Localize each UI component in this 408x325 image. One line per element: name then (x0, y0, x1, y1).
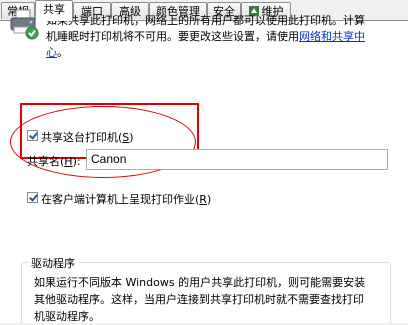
tab-label: 共享 (43, 3, 65, 16)
drivers-description: 如果运行不同版本 Windows 的用户共享此打印机，则可能需要安装其他驱动程序… (34, 276, 366, 323)
tab-sharing[interactable]: 共享 (35, 0, 73, 21)
share-name-label: 共享名(H): (27, 155, 81, 168)
share-printer-label[interactable]: 共享这台打印机(S) (41, 129, 134, 145)
sharing-description: 如果共享此打印机，网络上的所有用户都可以使用此打印机。计算机睡眠时打印机将不可用… (46, 13, 366, 61)
share-name-field[interactable]: Canon (86, 149, 388, 170)
render-jobs-label[interactable]: 在客户端计算机上呈现打印作业(R) (41, 191, 211, 207)
drivers-group-title: 驱动程序 (28, 255, 78, 271)
render-jobs-checkbox[interactable] (27, 192, 38, 203)
description-end: 。 (57, 46, 68, 59)
share-printer-checkbox[interactable] (27, 130, 38, 141)
